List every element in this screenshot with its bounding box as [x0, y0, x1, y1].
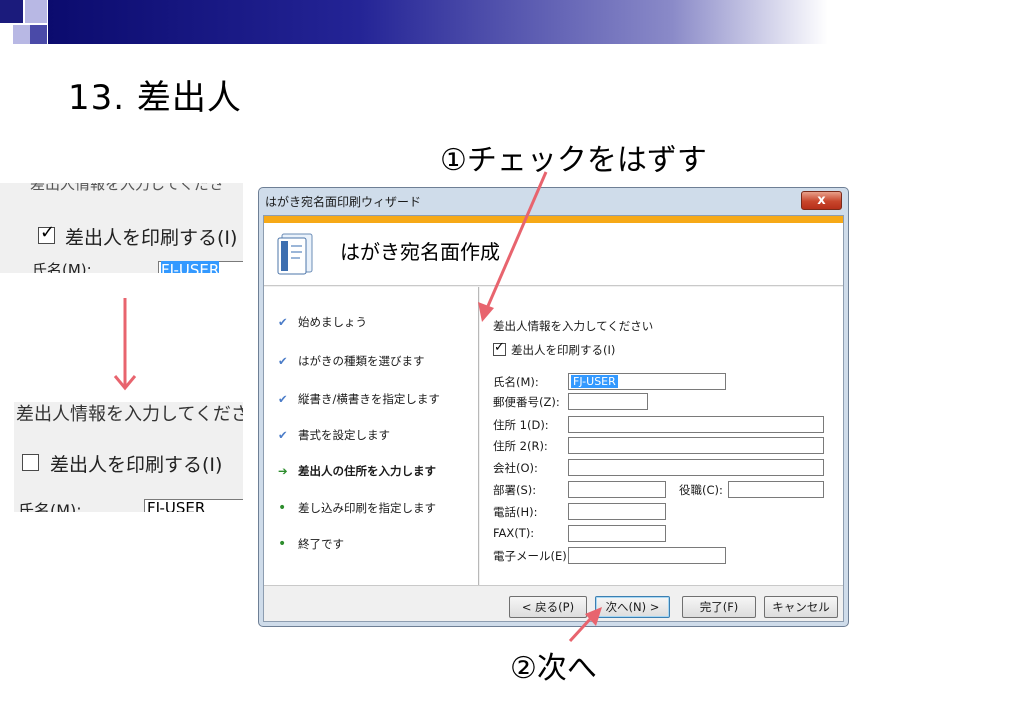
phone-label: 電話(H):: [493, 505, 538, 519]
sender-form: 差出人情報を入力してください ✓ 差出人を印刷する(I) 氏名(M): FJ-U…: [480, 287, 843, 585]
name-field[interactable]: FJ-USER: [568, 373, 726, 390]
zoom-after-header: 差出人情報を入力してくださ: [16, 404, 243, 425]
check-icon: ✔: [278, 392, 288, 406]
zoom-after-name-value: FJ-USER: [147, 499, 206, 512]
header-square-navy-2: [30, 25, 47, 44]
position-field[interactable]: [728, 481, 824, 498]
back-button[interactable]: < 戻る(P): [509, 596, 587, 618]
email-field[interactable]: [568, 547, 726, 564]
step-label: 差出人の住所を入力します: [298, 464, 436, 478]
address1-field[interactable]: [568, 416, 824, 433]
step-label: 縦書き/横書きを指定します: [298, 392, 440, 406]
check-icon: ✔: [278, 315, 288, 329]
step-item-merge[interactable]: • 差し込み印刷を指定します: [278, 500, 436, 516]
checkmark-icon: ✓: [40, 222, 56, 243]
wizard-banner: はがき宛名面作成: [264, 223, 843, 286]
wizard-window: はがき宛名面印刷ウィザード x はがき宛名面作成 ✔ 始めましょう ✔ はがきの種類…: [258, 187, 849, 627]
step-label: 始めましょう: [298, 315, 367, 329]
department-field[interactable]: [568, 481, 666, 498]
print-sender-checkbox[interactable]: ✓: [493, 340, 506, 356]
zoom-after: 差出人情報を入力してくださ 差出人を印刷する(I) 氏名(M): FJ-USER: [14, 402, 243, 512]
banner-title: はがき宛名面作成: [340, 240, 500, 264]
company-field[interactable]: [568, 459, 824, 476]
print-sender-label: 差出人を印刷する(I): [511, 343, 616, 357]
step-item-orientation[interactable]: ✔ 縦書き/横書きを指定します: [278, 391, 440, 407]
postal-label: 郵便番号(Z):: [493, 395, 560, 409]
cancel-button[interactable]: キャンセル: [764, 596, 838, 618]
zoom-before-header: 差出人情報を入力してくださ: [30, 183, 225, 193]
arrow-down-zoom: [113, 298, 137, 391]
step-label: 終了です: [298, 537, 344, 551]
window-title: はがき宛名面印刷ウィザード: [265, 195, 422, 209]
step-label: はがきの種類を選びます: [298, 354, 425, 368]
position-label: 役職(C):: [679, 483, 723, 497]
name-value: FJ-USER: [571, 375, 618, 388]
company-label: 会社(O):: [493, 461, 538, 475]
accent-stripe: [264, 216, 843, 223]
step-item-finish[interactable]: • 終了です: [278, 536, 344, 552]
step-label: 差し込み印刷を指定します: [298, 501, 436, 515]
check-icon: ✔: [278, 354, 288, 368]
zoom-before-checkbox-label: 差出人を印刷する(I): [65, 227, 238, 249]
zoom-before-name-label: 氏名(M):: [32, 261, 92, 273]
zoom-before-checkbox: ✓: [38, 222, 56, 244]
step-item-format[interactable]: ✔ 書式を設定します: [278, 427, 390, 443]
wizard-steps: ✔ 始めましょう ✔ はがきの種類を選びます ✔ 縦書き/横書きを指定します ✔ 書式を…: [264, 287, 479, 585]
zoom-after-checkbox-label: 差出人を印刷する(I): [50, 454, 223, 476]
email-label: 電子メール(E): [493, 549, 567, 563]
zoom-before-name-value: FJ-USER: [161, 261, 220, 273]
header-square-lilac: [25, 0, 47, 23]
bullet-icon: •: [278, 500, 287, 516]
zoom-after-name-label: 氏名(M):: [18, 501, 82, 512]
header-square-navy: [0, 0, 23, 23]
postal-field[interactable]: [568, 393, 648, 410]
arrow-right-icon: ➔: [278, 464, 288, 478]
step-item-card-type[interactable]: ✔ はがきの種類を選びます: [278, 353, 425, 369]
next-button[interactable]: 次へ(N) >: [595, 596, 670, 618]
fax-field[interactable]: [568, 525, 666, 542]
step-item-sender[interactable]: ➔ 差出人の住所を入力します: [278, 463, 436, 479]
step-item-start[interactable]: ✔ 始めましょう: [278, 314, 367, 330]
close-button[interactable]: x: [801, 191, 842, 210]
phone-field[interactable]: [568, 503, 666, 520]
name-label: 氏名(M):: [493, 375, 539, 389]
bullet-icon: •: [278, 536, 287, 552]
postcard-icon: [277, 233, 313, 275]
annotation-step2: ②次へ: [510, 651, 597, 686]
address1-label: 住所 1(D):: [493, 418, 549, 432]
form-heading: 差出人情報を入力してください: [493, 319, 654, 333]
header-gradient-bar: [48, 0, 828, 44]
slide: 13. 差出人 ①チェックをはずす ②次へ 差出人情報を入力してくださ ✓ 差出…: [0, 0, 1023, 708]
zoom-after-name-field: FJ-USER: [144, 499, 243, 512]
address2-field[interactable]: [568, 437, 824, 454]
step-label: 書式を設定します: [298, 428, 390, 442]
annotation-step1: ①チェックをはずす: [440, 143, 707, 178]
zoom-before-name-field: FJ-USER: [158, 261, 243, 273]
zoom-after-checkbox: [22, 454, 39, 471]
fax-label: FAX(T):: [493, 526, 535, 540]
slide-title: 13. 差出人: [68, 78, 242, 118]
department-label: 部署(S):: [493, 483, 537, 497]
finish-button[interactable]: 完了(F): [682, 596, 756, 618]
window-client: はがき宛名面作成 ✔ 始めましょう ✔ はがきの種類を選びます ✔ 縦書き/横書きを指…: [263, 215, 844, 622]
zoom-before: 差出人情報を入力してくださ ✓ 差出人を印刷する(I) 氏名(M): FJ-US…: [0, 183, 243, 273]
check-icon: ✔: [278, 428, 288, 442]
address2-label: 住所 2(R):: [493, 439, 548, 453]
wizard-footer: < 戻る(P) 次へ(N) > 完了(F) キャンセル: [264, 585, 843, 621]
checkmark-icon: ✓: [494, 340, 505, 355]
